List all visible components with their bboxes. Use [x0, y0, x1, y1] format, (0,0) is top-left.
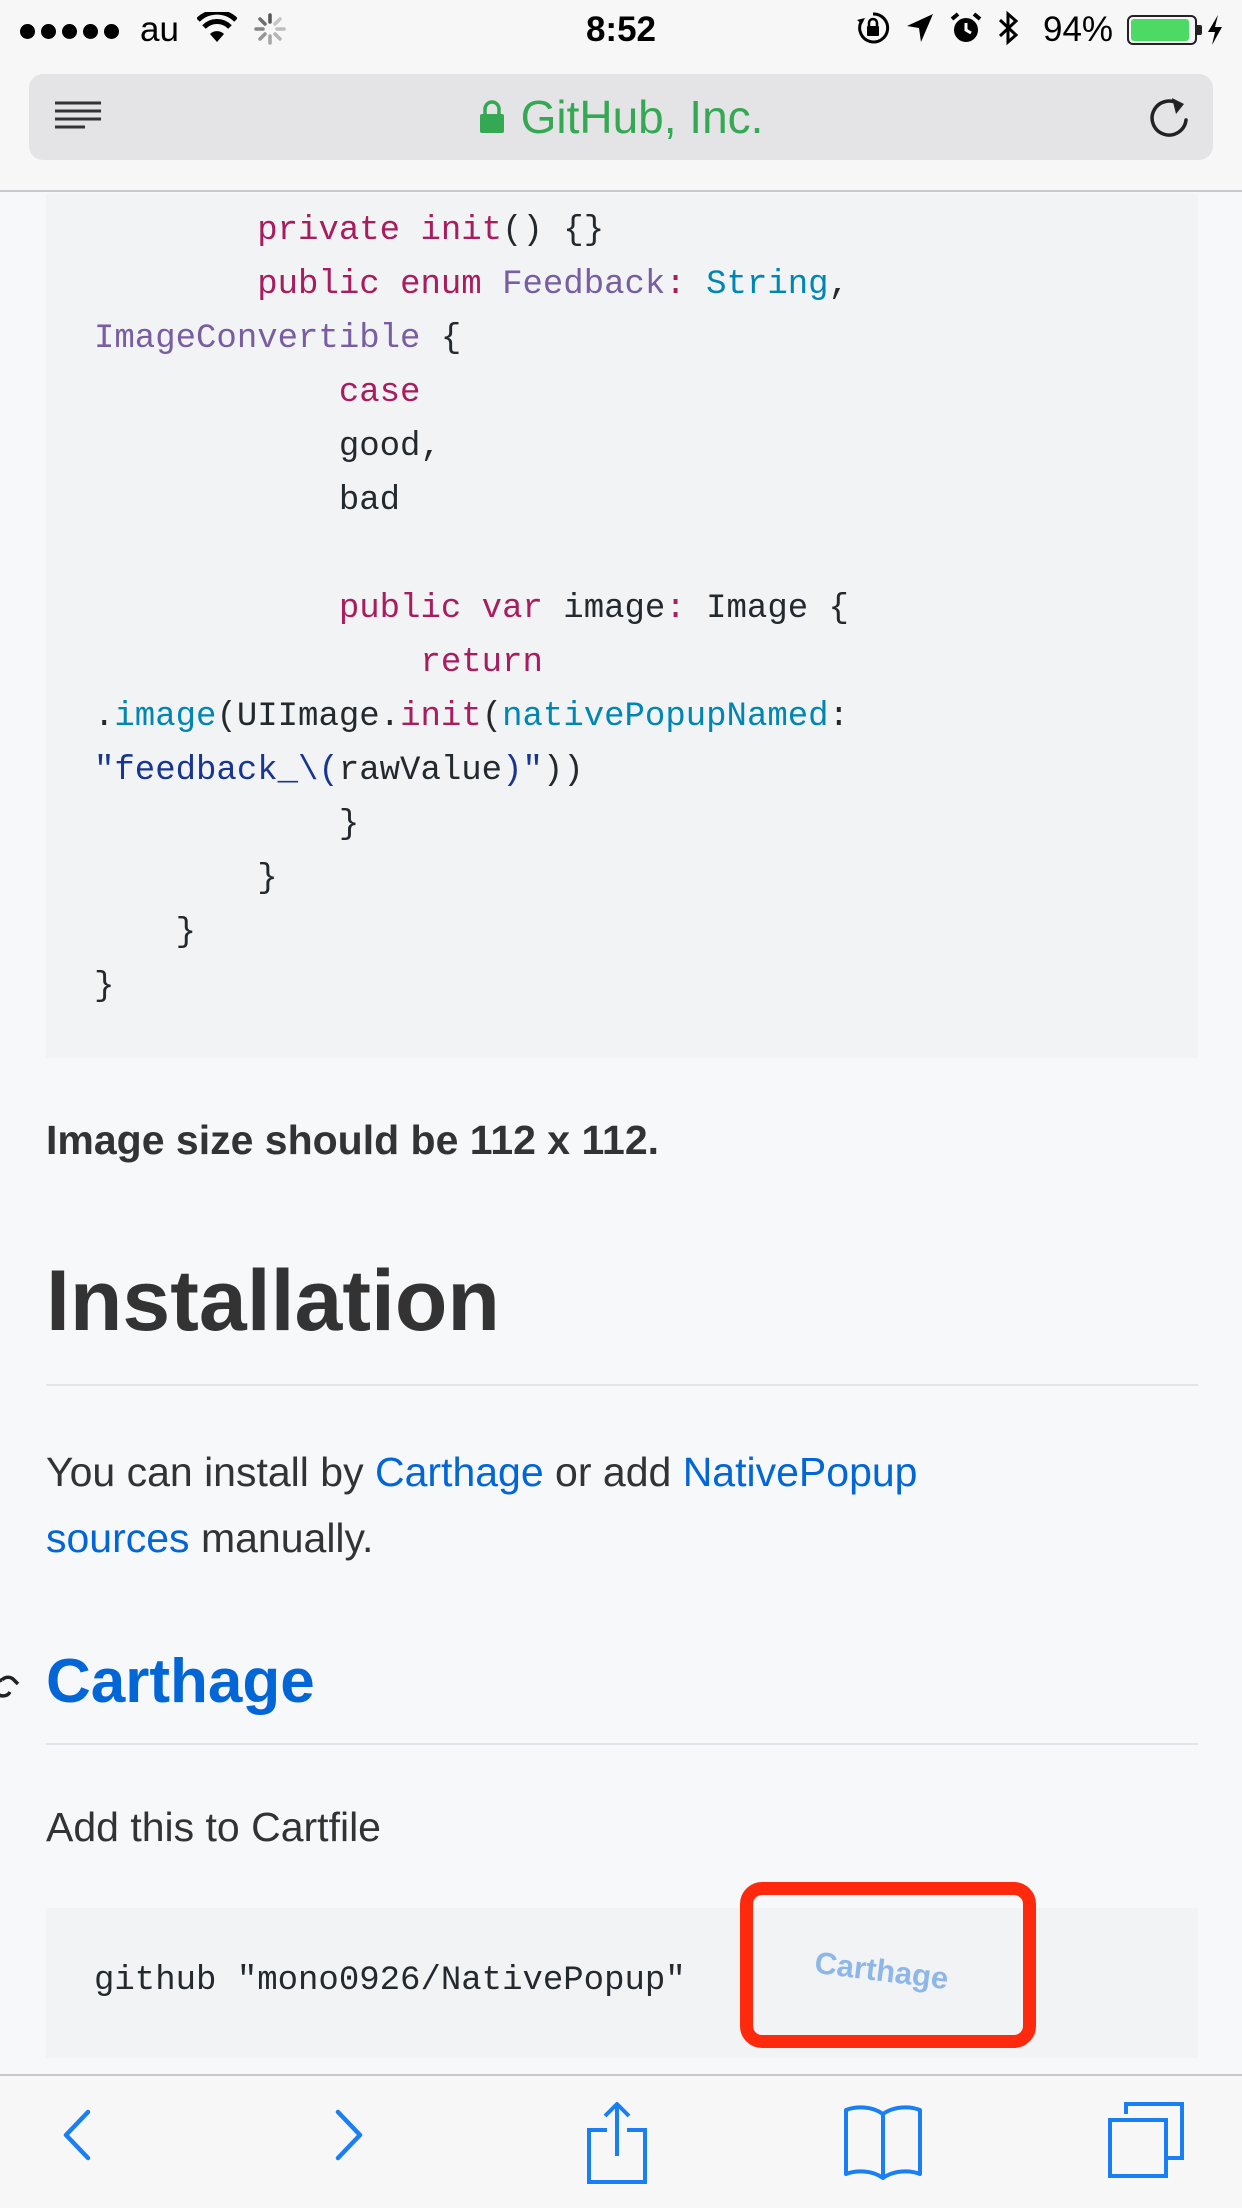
- reload-icon[interactable]: [1147, 93, 1191, 141]
- installation-text-part: manually.: [189, 1515, 374, 1561]
- code-line: private init() {}: [257, 212, 605, 250]
- image-size-note: Image size should be 112 x 112.: [46, 1117, 660, 1163]
- charging-bolt-icon: [1208, 15, 1222, 45]
- back-icon[interactable]: [56, 2100, 100, 2170]
- forward-icon[interactable]: [326, 2100, 370, 2170]
- address-area: GitHub, Inc.: [0, 60, 1242, 192]
- cartfile-code: github "mono0926/NativePopup": [94, 1962, 686, 2000]
- location-arrow-icon: [907, 14, 933, 42]
- code-line: public enum Feedback: String,: [257, 266, 849, 304]
- installation-text-part: or add: [543, 1449, 683, 1495]
- share-icon[interactable]: [585, 2100, 649, 2186]
- browser-toolbar: [0, 2074, 1242, 2208]
- rotation-lock-icon: [857, 12, 890, 44]
- installation-text: You can install by Carthage or add Nativ…: [46, 1439, 1198, 1571]
- lock-icon: [479, 100, 504, 133]
- cartfile-instruction: Add this to Cartfile: [46, 1804, 381, 1850]
- carthage-link[interactable]: Carthage: [375, 1449, 544, 1495]
- bluetooth-icon: [998, 10, 1019, 46]
- heading-divider: [46, 1743, 1198, 1745]
- page-title: GitHub, Inc.: [520, 91, 764, 143]
- carthage-heading[interactable]: Carthage: [46, 1642, 315, 1722]
- code-line: }: [94, 968, 115, 1006]
- alarm-icon: [950, 12, 982, 42]
- code-line: }: [94, 914, 197, 952]
- installation-text-part: You can install by: [46, 1449, 375, 1495]
- page-content[interactable]: private init() {} public enum Feedback: …: [0, 194, 1242, 2074]
- code-line: good,: [94, 428, 441, 466]
- nativepopup-sources-link[interactable]: sources: [46, 1515, 190, 1561]
- address-bar[interactable]: GitHub, Inc.: [29, 74, 1213, 160]
- status-bar: au 8:52 94%: [0, 0, 1242, 60]
- anchor-link-icon[interactable]: [0, 1664, 36, 1708]
- code-line: case: [338, 374, 421, 412]
- battery-percent: 94%: [1043, 10, 1114, 49]
- installation-heading: Installation: [46, 1253, 500, 1349]
- code-block: private init() {} public enum Feedback: …: [46, 194, 1198, 1058]
- bookmarks-icon[interactable]: [842, 2100, 924, 2180]
- code-line: public var image: Image {: [338, 590, 849, 628]
- tabs-icon[interactable]: [1106, 2100, 1186, 2180]
- code-line: ImageConvertible {: [94, 320, 462, 358]
- code-line: return: [420, 644, 543, 682]
- battery-icon: [1127, 15, 1202, 45]
- code-line: }: [94, 806, 360, 844]
- nativepopup-sources-link[interactable]: NativePopup: [683, 1449, 918, 1495]
- code-line: bad: [94, 482, 401, 520]
- code-line: .image(UIImage.init(nativePopupNamed:: [94, 698, 849, 736]
- code-line: }: [94, 860, 278, 898]
- code-line: "feedback_\(rawValue)")): [94, 752, 584, 790]
- heading-divider: [46, 1384, 1198, 1386]
